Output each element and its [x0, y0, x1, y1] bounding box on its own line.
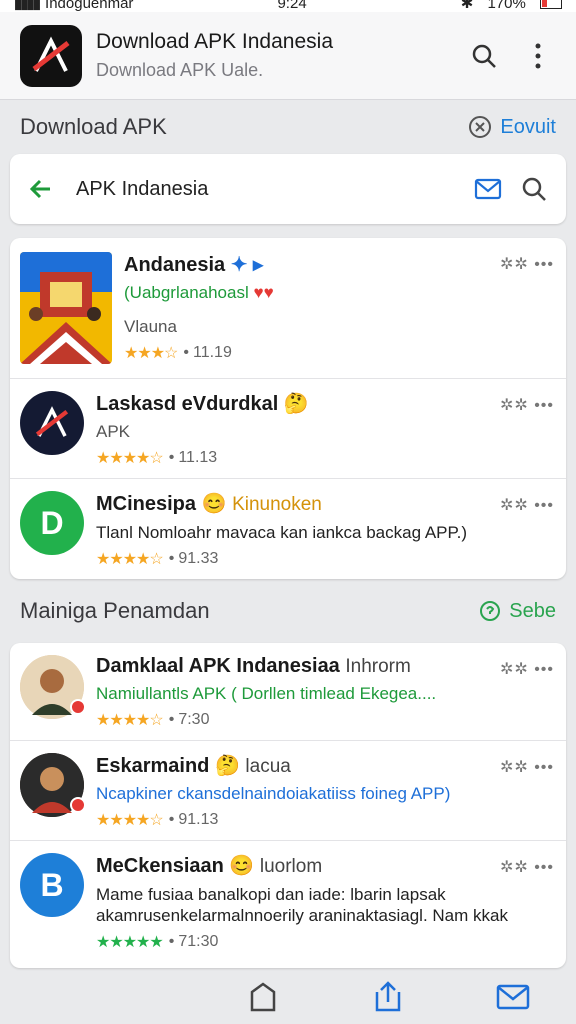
app-tagline: Mame fusiaa banalkopi dan iade: lbarin l…: [96, 885, 508, 925]
rating-value: 11.13: [178, 449, 218, 466]
list-item[interactable]: Eskarmaind 🤔 lacua Ncapkiner ckansdelnai…: [10, 741, 566, 841]
search-icon[interactable]: [520, 175, 548, 203]
list-item[interactable]: D MCinesipa 😊 Kinunoken Tlanl Nomloahr m…: [10, 479, 566, 579]
avatar: [20, 655, 86, 719]
battery-icon: [540, 0, 562, 9]
app-thumbnail: [20, 252, 112, 364]
rating-value: 7:30: [178, 711, 210, 728]
app-logo: [20, 24, 82, 87]
heart-icon: ♥♥: [253, 283, 274, 302]
more-options-button[interactable]: ✲✲ •••: [500, 495, 554, 515]
star-rating: ★★★★☆: [96, 450, 164, 467]
mail-icon[interactable]: [474, 178, 502, 200]
section-action-button[interactable]: Sebe: [479, 600, 556, 623]
star-rating: ★★★★★: [96, 934, 164, 951]
help-icon: [480, 601, 501, 621]
more-options-button[interactable]: ✲✲ •••: [500, 254, 554, 274]
back-arrow-icon[interactable]: [28, 176, 54, 202]
section-title: Mainiga Penamdan: [20, 598, 210, 623]
section-header-recommended: Mainiga Penamdan Sebe: [0, 579, 576, 643]
more-vert-icon: [535, 43, 541, 68]
d-logo-icon: D: [40, 504, 64, 541]
app-extra: lacua: [245, 756, 291, 777]
star-rating: ★★★★☆: [96, 812, 164, 829]
rating-value: 71:30: [178, 933, 219, 950]
app-list-card: Andanesia ✦ ▸ (Uabgrlanahoasl ♥♥ Vlauna …: [10, 238, 566, 579]
clock: 9:24: [277, 0, 307, 12]
battery-percent: 170%: [487, 0, 526, 12]
app-name: MeCkensiaan: [96, 855, 224, 877]
share-icon[interactable]: [373, 980, 403, 1014]
signal-icon: ▮▮▮▮: [14, 0, 41, 12]
logo-icon: [35, 406, 69, 437]
emoji-icon: 🤔: [214, 755, 240, 777]
app-extra: luorlom: [259, 856, 323, 877]
app-subtitle: Download APK Uale.: [96, 60, 264, 80]
notification-badge: [70, 797, 86, 813]
mail-icon[interactable]: [496, 984, 530, 1010]
app-icon: B: [20, 853, 84, 917]
bluetooth-icon: ✱: [460, 0, 474, 12]
emoji-icon: 😊: [229, 855, 255, 877]
close-circle-icon: [469, 116, 492, 138]
app-bar: Download APK Indanesia Download APK Uale…: [0, 12, 576, 100]
list-item[interactable]: B MeCkensiaan 😊 luorlom Mame fusiaa bana…: [10, 841, 566, 968]
app-name: Eskarmaind: [96, 755, 210, 777]
star-rating: ★★★★☆: [96, 551, 164, 568]
bookmark-icon[interactable]: [246, 980, 280, 1014]
search-input[interactable]: APK Indanesia: [76, 178, 474, 201]
rating-value: 91.13: [178, 811, 219, 828]
search-icon: [472, 44, 496, 68]
status-bar: ▮▮▮▮ Indoguenmar 9:24 ✱ 170%: [0, 0, 576, 12]
list-item[interactable]: Damklaal APK Indanesiaa Inhrorm Namiulla…: [10, 643, 566, 741]
more-options-button[interactable]: ✲✲ •••: [500, 757, 554, 777]
overflow-menu-button[interactable]: [520, 38, 556, 74]
app-tagline: Tlanl Nomloahr mavaca kan iankca backag …: [96, 523, 468, 542]
more-options-button[interactable]: ✲✲ •••: [500, 659, 554, 679]
app-extra: Inhrorm: [345, 656, 411, 677]
star-rating: ★★★★☆: [96, 712, 164, 729]
app-tagline: (Uabgrlanahoasl: [124, 283, 249, 302]
app-category: Vlauna: [124, 317, 177, 336]
search-bar[interactable]: APK Indanesia: [10, 154, 566, 224]
section-title: Download APK: [20, 114, 167, 139]
list-item[interactable]: Laskasd eVdurdkal 🤔 APK ★★★★☆ • 11.13 ✲✲ …: [10, 379, 566, 479]
more-options-button[interactable]: ✲✲ •••: [500, 395, 554, 415]
rating-value: 91.33: [178, 550, 219, 567]
app-name: Laskasd eVdurdkal: [96, 393, 279, 415]
app-icon: [20, 391, 84, 455]
app-tagline: Namiullantls APK ( Dorllen timlead Ekege…: [96, 684, 437, 703]
section-action-button[interactable]: Eovuit: [468, 115, 556, 139]
star-rating: ★★★☆: [124, 345, 178, 362]
app-name: Andanesia: [124, 254, 226, 276]
recommended-list-card: Damklaal APK Indanesiaa Inhrorm Namiulla…: [10, 643, 566, 968]
emoji-icon: 😊: [201, 493, 227, 515]
app-title: Download APK Indanesia: [96, 30, 333, 53]
emoji-icon: 🤔: [283, 393, 309, 415]
avatar: [20, 753, 86, 817]
b-logo-icon: B: [40, 866, 64, 903]
search-button[interactable]: [466, 38, 502, 74]
verified-icon: ✦ ▸: [230, 254, 264, 276]
list-item[interactable]: Andanesia ✦ ▸ (Uabgrlanahoasl ♥♥ Vlauna …: [10, 238, 566, 379]
app-icon: D: [20, 491, 84, 555]
app-name: Damklaal APK Indanesiaa: [96, 655, 340, 677]
app-extra: Kinunoken: [232, 494, 322, 515]
app-thumbnail-image: [20, 252, 112, 364]
more-options-button[interactable]: ✲✲ •••: [500, 857, 554, 877]
app-name: MCinesipa: [96, 493, 197, 515]
app-tagline: Ncapkiner ckansdelnaindoiakatiiss foineg…: [96, 784, 451, 803]
section-header-download: Download APK Eovuit: [0, 100, 576, 154]
carrier-label: Indoguenmar: [45, 0, 134, 12]
bottom-action-bar: [0, 970, 576, 1024]
logo-icon: [32, 36, 70, 72]
notification-badge: [70, 699, 86, 715]
app-tagline: APK: [96, 422, 131, 441]
rating-value: 11.19: [192, 344, 232, 361]
